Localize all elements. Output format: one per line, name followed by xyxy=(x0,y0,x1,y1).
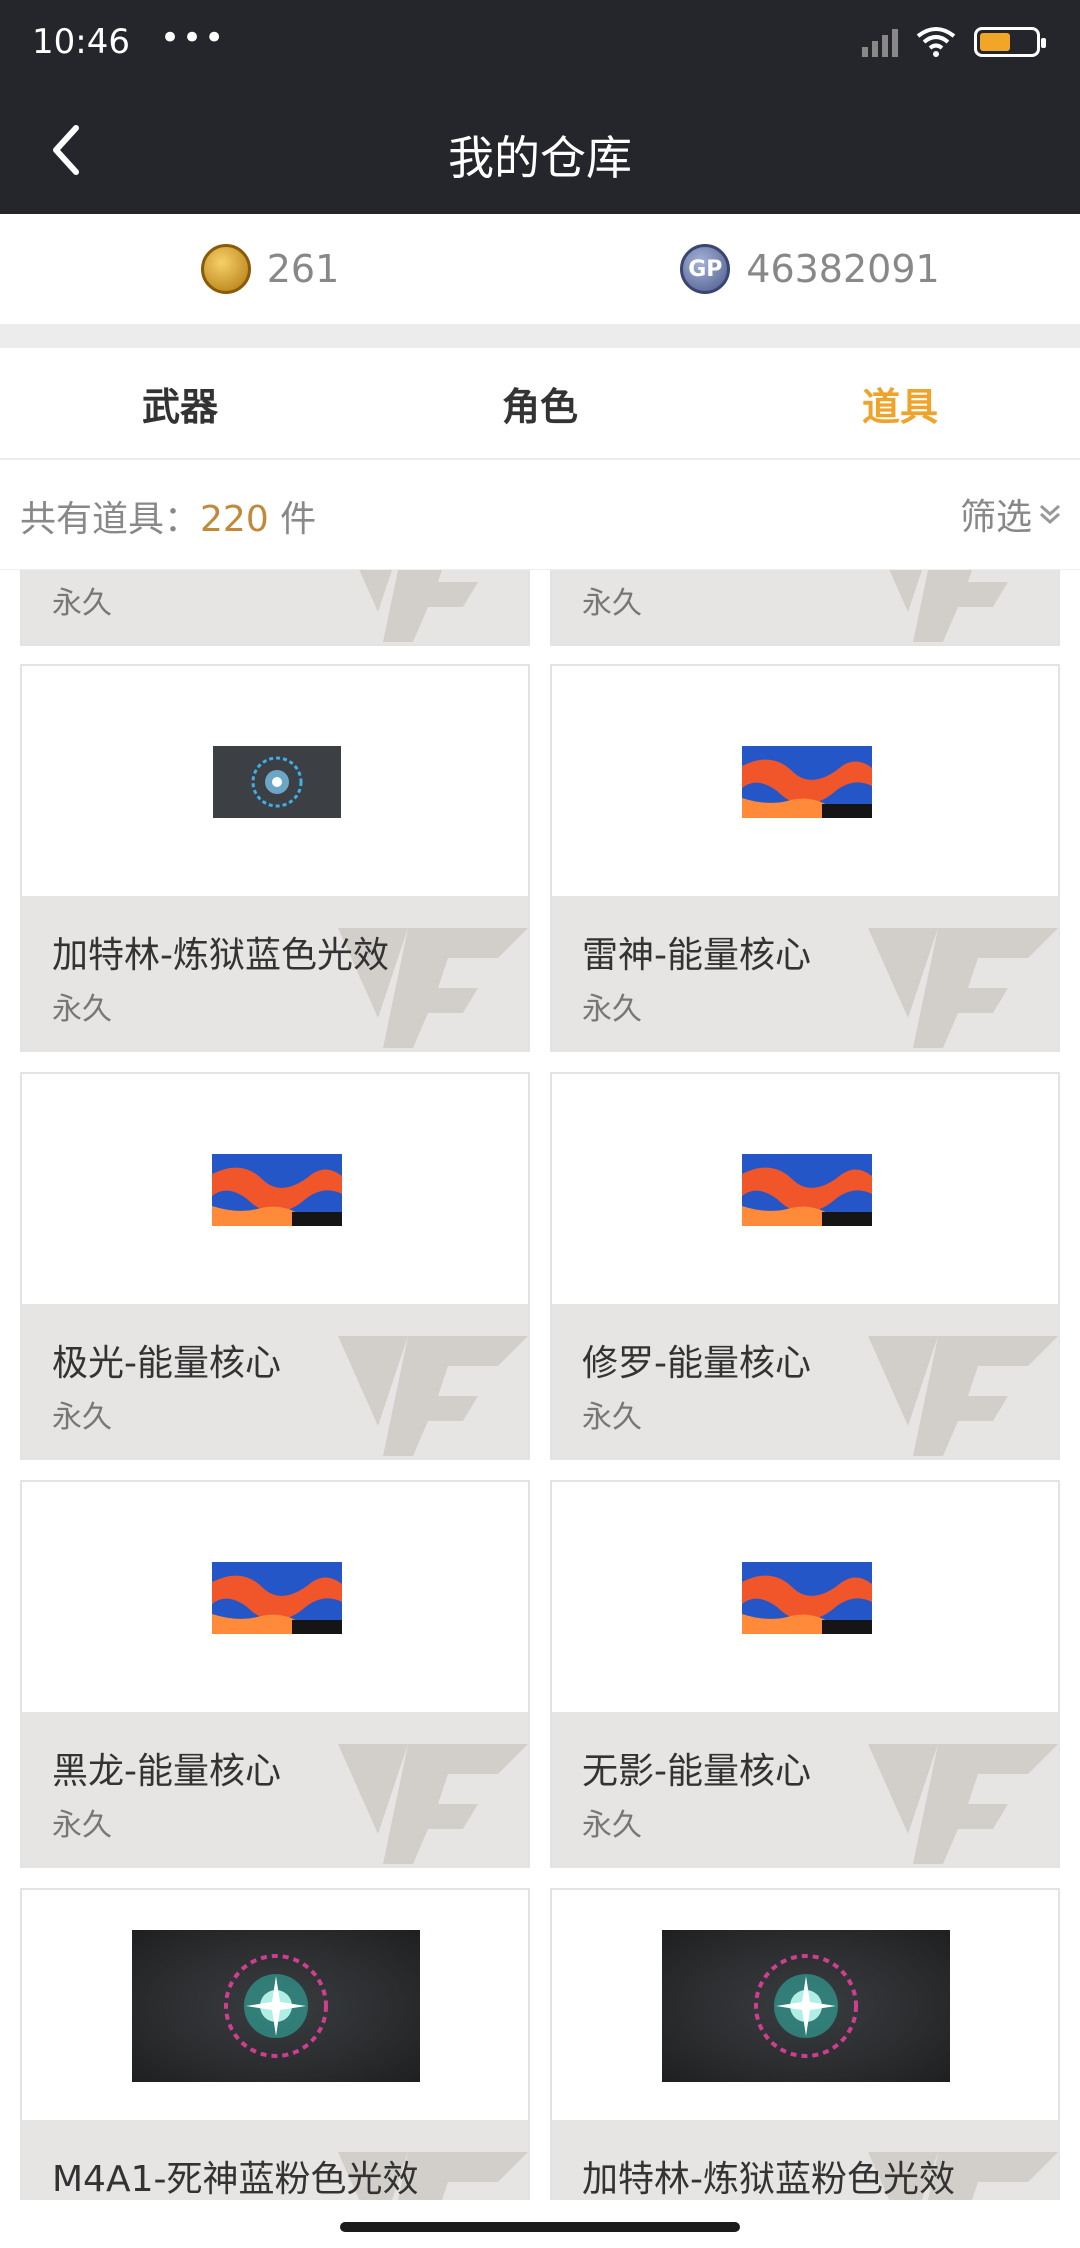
item-thumbnail xyxy=(742,1154,872,1226)
gp-icon: GP xyxy=(680,244,731,294)
home-indicator[interactable] xyxy=(340,2222,740,2232)
item-name: 黑龙-能量核心 xyxy=(52,1751,281,1792)
page-title: 我的仓库 xyxy=(448,131,632,185)
item-name: 雷神-能量核心 xyxy=(582,935,811,976)
item-thumbnail xyxy=(132,1930,420,2082)
item-image-area xyxy=(552,1074,1058,1306)
item-image-area xyxy=(22,1074,528,1306)
item-info: 永久 xyxy=(22,570,528,644)
item-info: 黑龙-能量核心 永久 xyxy=(22,1712,528,1866)
signal-icon xyxy=(862,27,898,57)
wifi-icon xyxy=(916,27,956,57)
item-name: 极光-能量核心 xyxy=(52,1343,281,1384)
item-thumbnail xyxy=(742,1562,872,1634)
item-card[interactable]: 永久 xyxy=(550,570,1060,646)
summary-bar: 共有道具：220 件 筛选 xyxy=(0,460,1080,570)
currency-bar: 261 GP 46382091 xyxy=(0,214,1080,324)
item-card[interactable]: M4A1-死神蓝粉色光效 xyxy=(20,1888,530,2200)
status-bar: 10:46 ••• xyxy=(0,0,1080,88)
cf-watermark-icon xyxy=(868,928,1058,1048)
nav-bar: 我的仓库 xyxy=(0,88,1080,214)
item-count-suffix: 件 xyxy=(268,499,317,540)
item-name: 修罗-能量核心 xyxy=(582,1343,811,1384)
tab-characters[interactable]: 角色 xyxy=(360,348,720,458)
item-thumbnail xyxy=(212,1562,342,1634)
item-card[interactable]: 修罗-能量核心 永久 xyxy=(550,1072,1060,1460)
item-card[interactable]: 加特林-炼狱蓝色光效 永久 xyxy=(20,664,530,1052)
item-thumbnail xyxy=(213,746,341,818)
battery-icon xyxy=(974,27,1046,57)
item-thumbnail xyxy=(742,746,872,818)
item-duration: 永久 xyxy=(582,586,642,621)
item-info: M4A1-死神蓝粉色光效 xyxy=(22,2120,528,2200)
cf-watermark-icon xyxy=(338,1336,528,1456)
double-chevron-down-icon xyxy=(1040,504,1060,525)
status-time: 10:46 xyxy=(32,22,130,62)
item-name: M4A1-死神蓝粉色光效 xyxy=(52,2159,419,2200)
cf-watermark-icon xyxy=(338,1744,528,1864)
item-image-area xyxy=(22,666,528,898)
cf-coin-balance: 261 xyxy=(0,214,540,324)
item-info: 极光-能量核心 永久 xyxy=(22,1304,528,1458)
cf-watermark-icon xyxy=(868,1336,1058,1456)
cf-watermark-icon xyxy=(868,1744,1058,1864)
status-notification-dots: ••• xyxy=(160,18,227,58)
item-image-area xyxy=(552,1482,1058,1714)
item-duration: 永久 xyxy=(582,1808,642,1843)
tab-items[interactable]: 道具 xyxy=(720,348,1080,458)
item-duration: 永久 xyxy=(52,1808,112,1843)
item-image-area xyxy=(22,1890,528,2122)
category-tabs: 武器 角色 道具 xyxy=(0,348,1080,460)
item-info: 雷神-能量核心 永久 xyxy=(552,896,1058,1050)
item-thumbnail xyxy=(212,1154,342,1226)
item-info: 无影-能量核心 永久 xyxy=(552,1712,1058,1866)
item-card[interactable]: 雷神-能量核心 永久 xyxy=(550,664,1060,1052)
item-card[interactable]: 极光-能量核心 永久 xyxy=(20,1072,530,1460)
section-divider xyxy=(0,324,1080,348)
item-duration: 永久 xyxy=(582,992,642,1027)
item-grid: 永久 永久 加特林-炼狱蓝色光效 永久 雷神-能量核心 永久 极光-能量核心 永… xyxy=(0,570,1080,2200)
item-card[interactable]: 加特林-炼狱蓝粉色光效 xyxy=(550,1888,1060,2200)
cf-watermark-icon xyxy=(359,570,478,642)
item-duration: 永久 xyxy=(52,586,112,621)
item-card[interactable]: 永久 xyxy=(20,570,530,646)
item-count-prefix: 共有道具： xyxy=(20,499,201,540)
cf-coin-icon xyxy=(200,244,251,294)
cf-watermark-icon xyxy=(889,570,1008,642)
cf-coin-value: 261 xyxy=(266,247,340,291)
item-count-number: 220 xyxy=(200,499,269,540)
item-duration: 永久 xyxy=(52,1400,112,1435)
item-card[interactable]: 无影-能量核心 永久 xyxy=(550,1480,1060,1868)
item-info: 加特林-炼狱蓝色光效 永久 xyxy=(22,896,528,1050)
filter-label: 筛选 xyxy=(959,497,1032,538)
status-icons xyxy=(862,26,1046,58)
tab-weapons[interactable]: 武器 xyxy=(0,348,360,458)
item-duration: 永久 xyxy=(582,1400,642,1435)
item-info: 修罗-能量核心 永久 xyxy=(552,1304,1058,1458)
item-image-area xyxy=(552,1890,1058,2122)
item-name: 加特林-炼狱蓝粉色光效 xyxy=(582,2159,955,2200)
filter-button[interactable]: 筛选 xyxy=(960,488,1064,540)
item-thumbnail xyxy=(662,1930,950,2082)
item-card[interactable]: 黑龙-能量核心 永久 xyxy=(20,1480,530,1868)
item-image-area xyxy=(22,1482,528,1714)
item-duration: 永久 xyxy=(52,992,112,1027)
item-info: 加特林-炼狱蓝粉色光效 xyxy=(552,2120,1058,2200)
gp-balance: GP 46382091 xyxy=(540,214,1080,324)
item-info: 永久 xyxy=(552,570,1058,644)
item-count: 共有道具：220 件 xyxy=(20,490,316,542)
gp-value: 46382091 xyxy=(746,247,940,291)
item-image-area xyxy=(552,666,1058,898)
item-name: 加特林-炼狱蓝色光效 xyxy=(52,935,389,976)
item-name: 无影-能量核心 xyxy=(582,1751,811,1792)
